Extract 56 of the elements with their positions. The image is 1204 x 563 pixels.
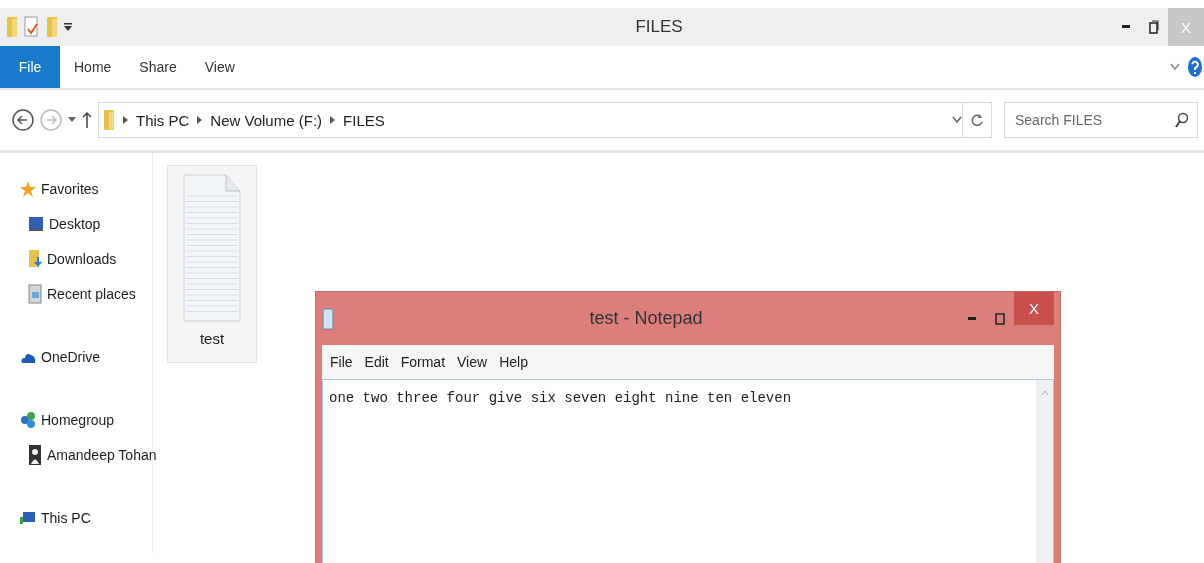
computer-icon [20, 510, 36, 525]
document-tile[interactable]: test [167, 165, 257, 363]
breadcrumb-item[interactable]: FILES [343, 111, 385, 129]
ribbon-tab[interactable]: Share [125, 46, 191, 88]
sidebar-item[interactable]: Favorites [0, 171, 101, 206]
menu-item[interactable]: Help [497, 352, 530, 372]
sidebar-item[interactable]: Desktop [0, 206, 103, 241]
sidebar-item[interactable]: Homegroup [0, 402, 117, 437]
breadcrumb-item[interactable]: New Volume (F:) [210, 111, 323, 129]
ribbon-tab[interactable]: Home [60, 46, 126, 88]
folder-icon [6, 16, 18, 38]
close-button[interactable]: X [1014, 292, 1054, 325]
chevron-down-icon [1170, 63, 1180, 71]
chevron-right-icon [197, 116, 203, 124]
download-folder-icon [28, 248, 42, 269]
dropdown-icon [64, 22, 72, 32]
search-icon [1175, 112, 1189, 128]
maximize-icon [995, 312, 1005, 325]
sidebar-item[interactable]: This PC [0, 500, 93, 535]
text-file-icon [183, 174, 241, 322]
monitor-icon [28, 215, 44, 232]
sidebar-item[interactable]: Downloads [0, 241, 119, 276]
address-bar[interactable]: This PC New Volume (F:) FILES [98, 102, 992, 138]
homegroup-icon [20, 410, 36, 429]
recent-places-icon [28, 283, 42, 304]
dropdown-icon [68, 117, 76, 123]
menu-item[interactable]: Edit [362, 352, 391, 372]
menu-item[interactable]: File [328, 352, 355, 372]
new-folder-icon [46, 16, 58, 38]
window-title: test - Notepad [588, 308, 704, 329]
document-check-icon [24, 16, 40, 38]
refresh-icon [971, 113, 983, 127]
user-icon [28, 443, 42, 466]
ribbon-tab[interactable]: View [190, 46, 249, 88]
menu-item[interactable]: Format [398, 352, 448, 372]
minimize-icon [968, 316, 976, 321]
scroll-up-icon [1040, 390, 1049, 396]
notepad-icon [322, 307, 334, 330]
window-title: FILES [634, 17, 684, 37]
ribbon-tab[interactable]: File [0, 46, 60, 88]
minimize-icon [1122, 25, 1130, 29]
back-icon [12, 109, 34, 131]
restore-icon [1149, 20, 1159, 34]
chevron-right-icon [330, 116, 336, 124]
search-box[interactable]: Search FILES [1004, 102, 1198, 138]
sidebar-item[interactable]: OneDrive [0, 339, 103, 374]
chevron-down-icon [952, 116, 962, 124]
menu-item[interactable]: View [455, 352, 490, 372]
star-icon [20, 179, 36, 198]
sidebar-item[interactable]: Amandeep Tohan [0, 437, 159, 472]
up-arrow-icon [82, 111, 92, 129]
sidebar-item[interactable]: Recent places [0, 276, 138, 311]
forward-icon [40, 109, 62, 131]
breadcrumb-item[interactable]: This PC [136, 111, 190, 129]
chevron-right-icon [123, 116, 128, 124]
folder-icon [103, 109, 115, 131]
